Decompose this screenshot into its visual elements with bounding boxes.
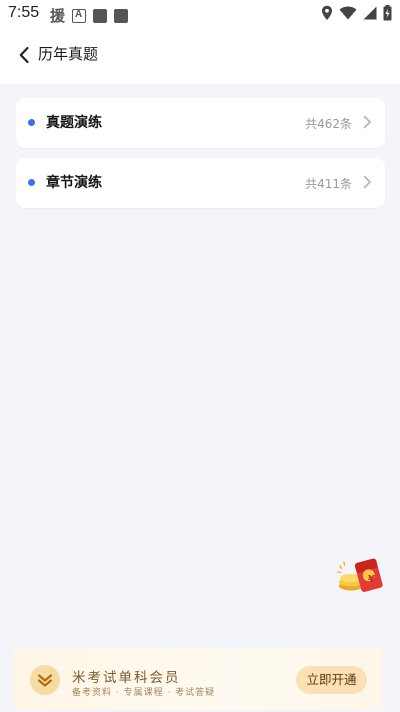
wifi-icon — [339, 6, 357, 20]
header: 历年真题 — [0, 28, 400, 84]
red-envelope-promo[interactable]: ¥ — [334, 556, 388, 596]
chevron-right-icon — [363, 115, 371, 129]
status-right-icons — [321, 5, 392, 21]
status-glyph: 援 — [50, 7, 66, 25]
banner-title: 米考试单科会员 — [72, 670, 181, 686]
status-left-icons: 援 — [50, 5, 129, 26]
list-item-real-exam-practice[interactable]: 真题演练 共462条 — [16, 98, 385, 148]
list-item-chapter-practice[interactable]: 章节演练 共411条 — [16, 158, 385, 208]
vip-chevron-down-icon — [30, 665, 60, 695]
list-item-label: 章节演练 — [46, 175, 102, 191]
vip-banner[interactable]: 米考试单科会员 备考资料 · 专属课程 · 考试答疑 立即开通 — [13, 648, 382, 710]
red-envelope-icon: ¥ — [337, 558, 383, 592]
page-title: 历年真题 — [38, 45, 99, 63]
location-icon — [322, 5, 332, 20]
a-box-icon — [72, 8, 87, 23]
chevron-left-icon — [19, 46, 29, 64]
square-icon — [93, 8, 108, 23]
list-item-count: 共411条 — [305, 177, 352, 191]
list-item-count: 共462条 — [305, 117, 352, 131]
yuan-symbol: ¥ — [368, 574, 375, 585]
status-bar: 7:55 援 — [0, 0, 400, 28]
bullet-dot — [28, 179, 35, 186]
status-time: 7:55 — [8, 4, 40, 21]
banner-subtitle: 备考资料 · 专属课程 · 考试答疑 — [72, 688, 216, 698]
open-membership-button[interactable]: 立即开通 — [296, 666, 367, 694]
bullet-dot — [28, 119, 35, 126]
chevron-right-icon — [363, 175, 371, 189]
back-button[interactable] — [14, 44, 34, 66]
signal-icon — [363, 6, 377, 20]
battery-icon — [383, 5, 392, 21]
square-icon — [114, 8, 129, 23]
list-item-label: 真题演练 — [46, 115, 102, 131]
